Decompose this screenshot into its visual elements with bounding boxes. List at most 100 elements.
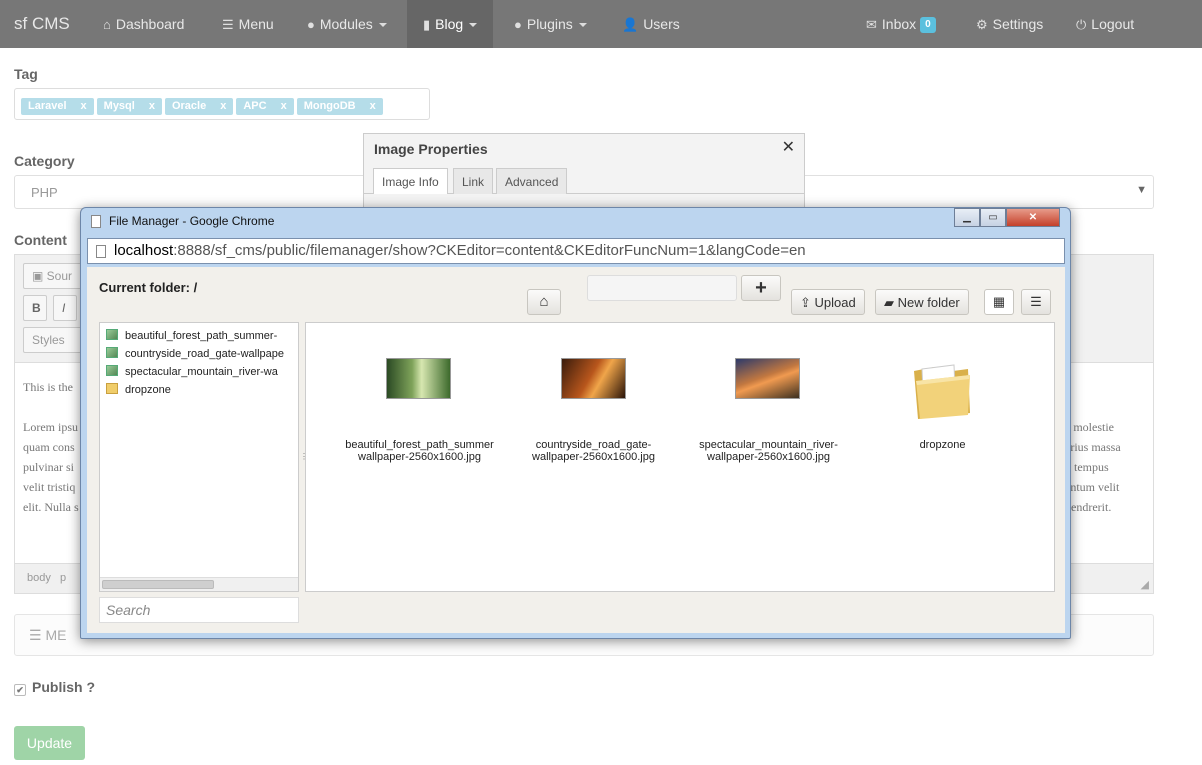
book-icon: ▮ bbox=[423, 17, 431, 32]
horizontal-scrollbar[interactable] bbox=[100, 577, 298, 591]
tag-remove-button[interactable]: x bbox=[370, 100, 376, 112]
image-thumbnail bbox=[386, 358, 451, 399]
editor-line-right: arius massa bbox=[1065, 440, 1121, 454]
file-name: dropzone bbox=[855, 439, 1030, 451]
tag-chip: Mysql x bbox=[96, 98, 162, 115]
publish-checkbox[interactable]: ✔ bbox=[14, 684, 26, 696]
tag-remove-button[interactable]: x bbox=[81, 100, 87, 112]
path-body[interactable]: body bbox=[27, 572, 51, 584]
tag-input[interactable]: Laravel x Mysql x Oracle x APC x MongoDB x bbox=[14, 88, 430, 120]
file-name-line: beautiful_forest_path_summer bbox=[345, 439, 494, 451]
minimize-button[interactable]: ▁ bbox=[954, 208, 980, 227]
nav-inbox-label: Inbox bbox=[881, 16, 917, 32]
window-title: File Manager - Google Chrome bbox=[109, 214, 275, 228]
tree-item-label: countryside_road_gate-wallpape bbox=[125, 348, 284, 360]
tree-item-label: beautiful_forest_path_summer- bbox=[125, 330, 278, 342]
close-window-button[interactable]: ✕ bbox=[1006, 208, 1060, 227]
image-file-icon bbox=[106, 329, 118, 340]
file-name-line: dropzone bbox=[919, 439, 966, 451]
publish-checkbox-row[interactable]: ✔ Publish ? bbox=[14, 679, 95, 696]
tree-item[interactable]: beautiful_forest_path_summer- bbox=[106, 329, 277, 342]
image-properties-dialog: Image Properties ✕ Image Info Link Advan… bbox=[363, 133, 805, 213]
home-button[interactable]: ⌂ bbox=[527, 289, 561, 315]
file-name-line: wallpaper-2560x1600.jpg bbox=[358, 451, 481, 463]
source-button[interactable]: ▣ Sour bbox=[23, 263, 83, 289]
file-name-line: wallpaper-2560x1600.jpg bbox=[532, 451, 655, 463]
nav-modules[interactable]: ● Modules bbox=[307, 0, 387, 48]
nav-settings[interactable]: ⚙ Settings bbox=[976, 0, 1043, 48]
nav-users[interactable]: 👤 Users bbox=[622, 0, 680, 48]
nav-logout[interactable]: ⏻ Logout bbox=[1076, 0, 1134, 48]
url-host: localhost bbox=[114, 242, 174, 259]
file-name: countryside_road_gate-wallpaper-2560x160… bbox=[506, 439, 681, 463]
grid-view-button[interactable]: ▦ bbox=[984, 289, 1014, 315]
nav-menu-label: Menu bbox=[238, 16, 274, 32]
styles-dropdown[interactable]: Styles bbox=[23, 327, 83, 353]
nav-plugins-label: Plugins bbox=[526, 16, 573, 32]
tree-item[interactable]: dropzone bbox=[106, 383, 171, 396]
nav-logout-label: Logout bbox=[1091, 16, 1135, 32]
bold-button[interactable]: B bbox=[23, 295, 47, 321]
tree-item[interactable]: countryside_road_gate-wallpape bbox=[106, 347, 284, 360]
file-name-line: countryside_road_gate- bbox=[535, 439, 652, 451]
home-icon: ⌂ bbox=[103, 17, 111, 32]
upload-button[interactable]: ⇪ Upload bbox=[791, 289, 865, 315]
folder-icon bbox=[106, 383, 118, 394]
new-folder-name-input[interactable] bbox=[587, 275, 737, 301]
list-icon: ☰ bbox=[29, 627, 46, 643]
address-bar[interactable]: localhost:8888/sf_cms/public/filemanager… bbox=[87, 238, 1065, 264]
editor-line-right: d tempus bbox=[1065, 460, 1109, 474]
nav-plugins[interactable]: ● Plugins bbox=[514, 0, 587, 48]
tab-image-info[interactable]: Image Info bbox=[373, 168, 448, 194]
nav-dashboard-label: Dashboard bbox=[115, 16, 185, 32]
upload-label: Upload bbox=[814, 295, 856, 310]
nav-users-label: Users bbox=[643, 16, 680, 32]
top-navbar: sf CMS ⌂ Dashboard ☰ Menu ● Modules ▮ Blog ●… bbox=[0, 0, 1202, 48]
category-value: PHP bbox=[31, 185, 58, 200]
nav-inbox[interactable]: ✉ Inbox 0 bbox=[866, 0, 936, 48]
nav-blog[interactable]: ▮ Blog bbox=[407, 0, 494, 48]
file-name: spectacular_mountain_river-wallpaper-256… bbox=[681, 439, 856, 463]
envelope-icon: ✉ bbox=[866, 17, 877, 32]
add-button[interactable]: + bbox=[741, 275, 781, 301]
chevron-down-icon: ▼ bbox=[1136, 184, 1147, 196]
brand[interactable]: sf CMS bbox=[14, 14, 70, 34]
tag-chip: APC x bbox=[236, 98, 294, 115]
file-grid: beautiful_forest_path_summer wallpaper-25… bbox=[305, 322, 1055, 592]
nav-menu[interactable]: ☰ Menu bbox=[222, 0, 274, 48]
caret-down-icon bbox=[578, 23, 587, 28]
tag-remove-button[interactable]: x bbox=[220, 100, 226, 112]
url-path: :8888/sf_cms/public/filemanager/show?CKE… bbox=[173, 242, 806, 259]
tab-link[interactable]: Link bbox=[453, 168, 494, 194]
search-input[interactable]: Search bbox=[99, 597, 299, 623]
power-icon: ⏻ bbox=[1076, 17, 1087, 32]
tab-advanced[interactable]: Advanced bbox=[496, 168, 568, 194]
resize-handle-icon[interactable]: ◢ bbox=[1141, 578, 1149, 591]
list-view-button[interactable]: ☰ bbox=[1021, 289, 1051, 315]
page-icon bbox=[96, 245, 106, 258]
maximize-button[interactable]: ▭ bbox=[980, 208, 1006, 227]
tag-remove-button[interactable]: x bbox=[281, 100, 287, 112]
tag-chip-label: MongoDB bbox=[303, 100, 356, 112]
file-name-line: wallpaper-2560x1600.jpg bbox=[707, 451, 830, 463]
nav-dashboard[interactable]: ⌂ Dashboard bbox=[103, 0, 184, 48]
tag-chip: MongoDB x bbox=[296, 98, 383, 115]
current-folder-label: Current folder: bbox=[99, 280, 190, 295]
tree-item[interactable]: spectacular_mountain_river-wa bbox=[106, 365, 278, 378]
close-icon[interactable]: ✕ bbox=[782, 137, 795, 157]
update-button[interactable]: Update bbox=[14, 726, 85, 760]
current-folder: Current folder: / bbox=[99, 280, 197, 295]
folder-tree: beautiful_forest_path_summer- countrysid… bbox=[99, 322, 299, 592]
dialog-title: Image Properties bbox=[374, 141, 488, 157]
tag-remove-button[interactable]: x bbox=[149, 100, 155, 112]
drop-icon: ● bbox=[514, 17, 522, 32]
grid-icon: ▦ bbox=[992, 294, 1006, 309]
tree-item-label: dropzone bbox=[125, 384, 171, 396]
new-folder-button[interactable]: ▰ New folder bbox=[875, 289, 969, 315]
folder-icon bbox=[914, 364, 970, 419]
path-p[interactable]: p bbox=[60, 572, 66, 584]
nav-settings-label: Settings bbox=[992, 16, 1044, 32]
scrollbar-thumb[interactable] bbox=[102, 580, 214, 589]
italic-button[interactable]: I bbox=[53, 295, 77, 321]
new-folder-label: New folder bbox=[897, 295, 960, 310]
